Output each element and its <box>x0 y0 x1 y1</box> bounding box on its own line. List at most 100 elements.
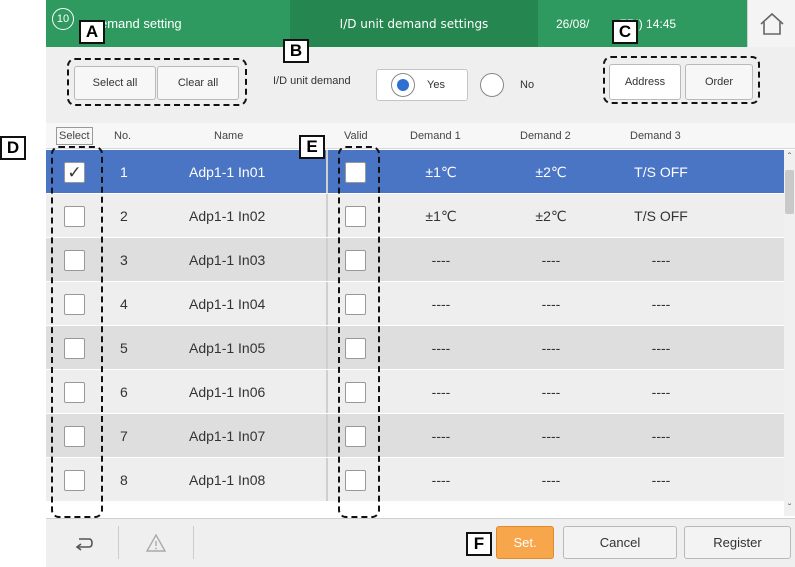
sort-order-button[interactable]: Order <box>685 64 753 100</box>
demand-3-value: ---- <box>651 340 671 356</box>
demand-3-value: ---- <box>651 384 671 400</box>
callout-f: F <box>466 532 492 556</box>
table-row[interactable]: 5 Adp1-1 In05 ---- ---- ---- <box>46 326 784 369</box>
unit-table-body: ✓ 1 Adp1-1 In01 ±1℃ ±2℃ T/S OFF 2 Adp1-1 In02 ±1… <box>46 150 784 516</box>
select-checkbox[interactable]: ✓ <box>64 161 85 183</box>
column-divider <box>326 370 328 413</box>
select-cell: ✓ <box>64 150 85 194</box>
page-title: emand setting <box>100 16 182 31</box>
demand-2-value: ---- <box>541 384 561 400</box>
row-number: 1 <box>120 164 128 180</box>
valid-cell <box>345 414 366 458</box>
table-row[interactable]: 4 Adp1-1 In04 ---- ---- ---- <box>46 282 784 325</box>
row-number: 6 <box>120 384 128 400</box>
table-row[interactable]: 6 Adp1-1 In06 ---- ---- ---- <box>46 370 784 413</box>
sort-address-button[interactable]: Address <box>609 64 681 100</box>
select-checkbox[interactable] <box>64 205 85 227</box>
select-all-button[interactable]: Select all <box>74 66 156 100</box>
valid-cell <box>345 238 366 282</box>
valid-checkbox[interactable] <box>345 161 366 183</box>
demand-1-value: ±1℃ <box>425 207 457 224</box>
valid-checkbox[interactable] <box>345 425 366 447</box>
demand-3-value: ---- <box>651 296 671 312</box>
col-demand-2: Demand 2 <box>520 130 571 142</box>
yes-radio[interactable] <box>391 73 415 97</box>
warning-button[interactable] <box>118 526 194 559</box>
demand-2-value: ---- <box>541 428 561 444</box>
demand-3-value: T/S OFF <box>634 164 688 180</box>
demand-2-value: ---- <box>541 472 561 488</box>
demand-2-value: ±2℃ <box>535 163 567 180</box>
select-checkbox[interactable] <box>64 293 85 315</box>
column-divider <box>326 458 328 501</box>
valid-cell <box>345 194 366 238</box>
select-cell <box>64 282 85 326</box>
select-checkbox[interactable] <box>64 425 85 447</box>
valid-cell <box>345 150 366 194</box>
select-checkbox[interactable] <box>64 249 85 271</box>
demand-option-no[interactable]: No <box>474 69 554 101</box>
scroll-down-icon[interactable]: ˇ <box>784 503 795 514</box>
row-name: Adp1-1 In06 <box>189 384 266 400</box>
valid-checkbox[interactable] <box>345 469 366 491</box>
select-cell <box>64 370 85 414</box>
menu-number-icon[interactable]: 10 <box>52 8 74 30</box>
no-radio[interactable] <box>480 73 504 97</box>
select-checkbox[interactable] <box>64 469 85 491</box>
demand-1-value: ---- <box>431 428 451 444</box>
row-name: Adp1-1 In04 <box>189 296 266 312</box>
select-checkbox[interactable] <box>64 337 85 359</box>
demand-1-value: ---- <box>431 252 451 268</box>
demand-1-value: ---- <box>431 340 451 356</box>
row-name: Adp1-1 In02 <box>189 208 266 224</box>
column-divider <box>326 194 328 237</box>
col-no: No. <box>114 130 132 142</box>
column-divider <box>326 414 328 457</box>
table-row[interactable]: 2 Adp1-1 In02 ±1℃ ±2℃ T/S OFF <box>46 194 784 237</box>
valid-cell <box>345 282 366 326</box>
back-arrow-icon <box>75 537 93 551</box>
demand-option-yes[interactable]: Yes <box>376 69 468 101</box>
table-row[interactable]: ✓ 1 Adp1-1 In01 ±1℃ ±2℃ T/S OFF <box>46 150 784 193</box>
table-row[interactable]: 3 Adp1-1 In03 ---- ---- ---- <box>46 238 784 281</box>
select-checkbox[interactable] <box>64 381 85 403</box>
row-number: 8 <box>120 472 128 488</box>
table-scrollbar[interactable]: ˆ ˇ <box>784 150 795 516</box>
row-name: Adp1-1 In07 <box>189 428 266 444</box>
table-header: Select No. Name Valid Demand 1 Demand 2 … <box>46 123 795 149</box>
column-divider <box>326 238 328 281</box>
table-row[interactable]: 8 Adp1-1 In08 ---- ---- ---- <box>46 458 784 501</box>
demand-1-value: ---- <box>431 384 451 400</box>
demand-1-value: ---- <box>431 472 451 488</box>
register-button[interactable]: Register <box>684 526 791 559</box>
valid-checkbox[interactable] <box>345 293 366 315</box>
home-button[interactable] <box>747 0 795 47</box>
scroll-thumb[interactable] <box>785 170 794 214</box>
callout-d: D <box>0 136 26 160</box>
col-select[interactable]: Select <box>56 127 93 145</box>
demand-2-value: ---- <box>541 252 561 268</box>
valid-checkbox[interactable] <box>345 249 366 271</box>
cancel-button[interactable]: Cancel <box>563 526 677 559</box>
valid-checkbox[interactable] <box>345 381 366 403</box>
col-valid: Valid <box>344 130 368 142</box>
clear-all-button[interactable]: Clear all <box>157 66 239 100</box>
select-cell <box>64 194 85 238</box>
demand-3-value: ---- <box>651 252 671 268</box>
demand-1-value: ±1℃ <box>425 163 457 180</box>
back-button[interactable] <box>52 526 114 559</box>
row-name: Adp1-1 In05 <box>189 340 266 356</box>
table-row[interactable]: 7 Adp1-1 In07 ---- ---- ---- <box>46 414 784 457</box>
valid-cell <box>345 326 366 370</box>
row-name: Adp1-1 In03 <box>189 252 266 268</box>
demand-label: I/D unit demand <box>273 75 351 87</box>
demand-2-value: ±2℃ <box>535 207 567 224</box>
scroll-up-icon[interactable]: ˆ <box>784 152 795 163</box>
valid-checkbox[interactable] <box>345 337 366 359</box>
select-cell <box>64 238 85 282</box>
no-label: No <box>520 79 535 91</box>
demand-2-value: ---- <box>541 296 561 312</box>
set-button[interactable]: Set. <box>496 526 554 559</box>
select-cell <box>64 414 85 458</box>
valid-checkbox[interactable] <box>345 205 366 227</box>
